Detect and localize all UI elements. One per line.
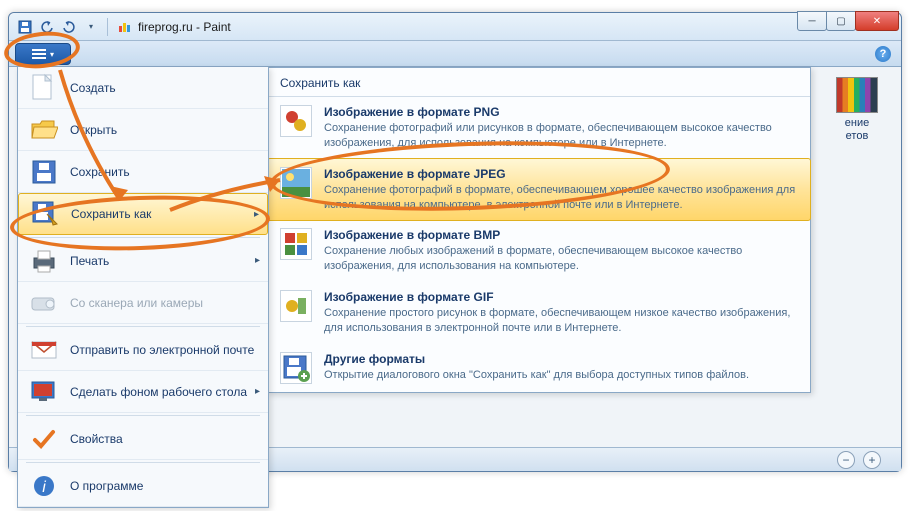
png-icon [280, 105, 312, 137]
save-as-gif[interactable]: Изображение в формате GIF Сохранение про… [268, 282, 810, 344]
item-desc: Сохранение любых изображений в формате, … [324, 244, 798, 274]
submenu-arrow-icon: ▸ [255, 386, 260, 397]
save-icon [28, 156, 60, 188]
menu-separator [26, 462, 260, 463]
menu-label: О программе [70, 479, 143, 493]
item-desc: Сохранение простого рисунок в формате, о… [324, 306, 798, 336]
chevron-down-icon: ▾ [50, 50, 54, 59]
save-as-submenu: Сохранить как Изображение в формате PNG … [267, 67, 811, 393]
item-title: Изображение в формате JPEG [324, 167, 798, 181]
save-as-icon [29, 198, 61, 230]
peek-label-2: етов [827, 130, 887, 143]
other-formats-icon [280, 352, 312, 384]
item-title: Изображение в формате PNG [324, 105, 798, 119]
zoom-in-button[interactable]: + [863, 451, 881, 469]
gif-icon [280, 290, 312, 322]
menu-create[interactable]: Создать [18, 67, 268, 109]
menu-properties[interactable]: Свойства [18, 418, 268, 460]
menu-save[interactable]: Сохранить [18, 151, 268, 193]
app-icon [116, 19, 132, 35]
email-icon [28, 334, 60, 366]
item-title: Изображение в формате GIF [324, 290, 798, 304]
submenu-arrow-icon: ▸ [255, 255, 260, 266]
undo-icon[interactable] [39, 19, 55, 35]
menu-print[interactable]: Печать ▸ [18, 240, 268, 282]
qat-dropdown-icon[interactable]: ▾ [83, 19, 99, 35]
save-as-jpeg[interactable]: Изображение в формате JPEG Сохранение фо… [267, 158, 811, 222]
menu-label: Создать [70, 81, 116, 95]
new-file-icon [28, 72, 60, 104]
jpeg-icon [280, 167, 312, 199]
menu-about[interactable]: i О программе [18, 465, 268, 507]
close-button[interactable]: ✕ [855, 11, 899, 31]
menu-separator [26, 326, 260, 327]
scanner-icon [28, 287, 60, 319]
application-menu: Создать Открыть Сохранить Сохранить как … [17, 67, 269, 508]
item-title: Другие форматы [324, 352, 749, 366]
minimize-button[interactable]: ─ [797, 11, 827, 31]
printer-icon [28, 245, 60, 277]
zoom-out-button[interactable]: − [837, 451, 855, 469]
separator [107, 18, 108, 36]
menu-label: Отправить по электронной почте [70, 343, 254, 357]
redo-icon[interactable] [61, 19, 77, 35]
submenu-header: Сохранить как [268, 68, 810, 97]
menu-label: Со сканера или камеры [70, 296, 203, 310]
item-desc: Открытие диалогового окна "Сохранить как… [324, 368, 749, 383]
menu-separator [26, 237, 260, 238]
menu-label: Открыть [70, 123, 117, 137]
window-title: fireprog.ru - Paint [138, 20, 231, 34]
paint-window: ▾ fireprog.ru - Paint ─ ▢ ✕ ▾ ? ение ето… [8, 12, 902, 472]
menu-label: Сохранить [70, 165, 130, 179]
menu-label: Свойства [70, 432, 123, 446]
svg-text:i: i [42, 479, 46, 496]
menu-open[interactable]: Открыть [18, 109, 268, 151]
menu-send-email[interactable]: Отправить по электронной почте [18, 329, 268, 371]
menu-label: Сохранить как [71, 207, 151, 221]
menu-set-wallpaper[interactable]: Сделать фоном рабочего стола ▸ [18, 371, 268, 413]
color-palette-icon[interactable] [836, 77, 878, 113]
item-desc: Сохранение фотографий в формате, обеспеч… [324, 183, 798, 213]
application-menu-button[interactable]: ▾ [15, 43, 71, 65]
save-as-bmp[interactable]: Изображение в формате BMP Сохранение люб… [268, 220, 810, 282]
ribbon-colors-group-peek: ение етов [827, 77, 887, 143]
maximize-button[interactable]: ▢ [826, 11, 856, 31]
menu-icon [32, 49, 46, 59]
item-desc: Сохранение фотографий или рисунков в фор… [324, 121, 798, 151]
item-title: Изображение в формате BMP [324, 228, 798, 242]
save-as-other[interactable]: Другие форматы Открытие диалогового окна… [268, 344, 810, 392]
titlebar: ▾ fireprog.ru - Paint ─ ▢ ✕ [9, 13, 901, 41]
menu-separator [26, 415, 260, 416]
menu-label: Сделать фоном рабочего стола [70, 385, 247, 399]
info-icon: i [28, 470, 60, 502]
desktop-icon [28, 376, 60, 408]
folder-open-icon [28, 114, 60, 146]
save-icon[interactable] [17, 19, 33, 35]
window-controls: ─ ▢ ✕ [798, 11, 899, 31]
checkmark-icon [28, 423, 60, 455]
help-icon[interactable]: ? [875, 46, 891, 62]
bmp-icon [280, 228, 312, 260]
menu-save-as[interactable]: Сохранить как ▸ [18, 193, 268, 235]
save-as-png[interactable]: Изображение в формате PNG Сохранение фот… [268, 97, 810, 159]
submenu-arrow-icon: ▸ [254, 209, 259, 220]
peek-label-1: ение [827, 117, 887, 130]
menu-label: Печать [70, 254, 109, 268]
menu-scanner: Со сканера или камеры [18, 282, 268, 324]
ribbon-bar: ▾ ? [9, 41, 901, 67]
quick-access-toolbar: ▾ [13, 18, 132, 36]
